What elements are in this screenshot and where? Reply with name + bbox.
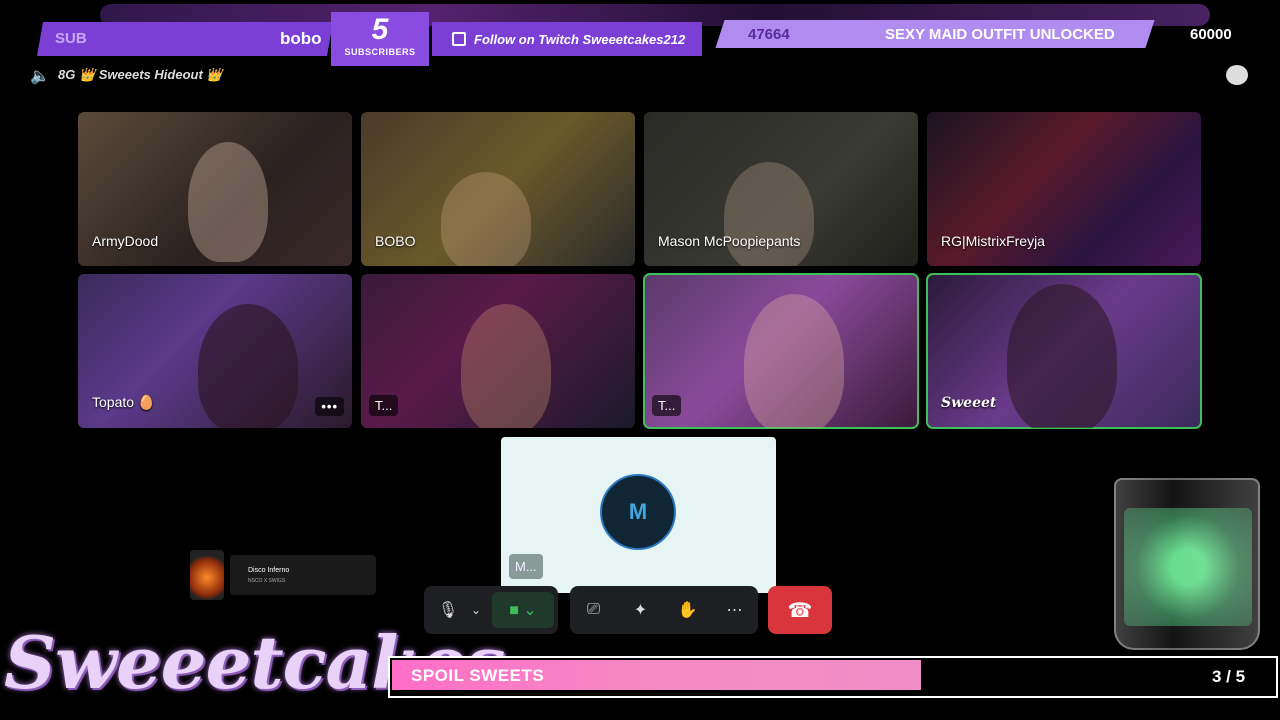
video-tile-armydood[interactable]: ArmyDood xyxy=(78,112,352,266)
participant-name: BOBO xyxy=(375,233,416,249)
phone-hangup-icon: ☎ xyxy=(787,599,813,622)
goal-target: 60000 xyxy=(1190,26,1232,43)
sub-label: SUB xyxy=(55,30,87,47)
video-tile-t1[interactable]: T... xyxy=(361,274,635,428)
chat-icon[interactable] xyxy=(1226,65,1248,85)
subscriber-label: SUBSCRIBERS xyxy=(344,47,416,57)
participant-video xyxy=(441,172,531,266)
subscriber-count: 5 xyxy=(371,13,389,46)
call-actions: ⎚ ✦ ✋ ⋯ xyxy=(570,586,758,634)
participant-video xyxy=(724,162,814,266)
participant-video xyxy=(461,304,551,428)
participant-name: Topato 🥚 xyxy=(92,394,156,410)
participant-video xyxy=(1007,284,1117,428)
participant-name: M... xyxy=(509,554,543,579)
more-icon[interactable]: ⋯ xyxy=(717,592,753,628)
video-tile-t2[interactable]: T... xyxy=(643,273,919,429)
soundboard-icon[interactable]: ✋ xyxy=(670,592,706,628)
video-tile-bobo[interactable]: BOBO xyxy=(361,112,635,266)
tip-jar xyxy=(1114,478,1260,650)
twitch-icon xyxy=(452,32,466,46)
goal-title: SEXY MAID OUTFIT UNLOCKED xyxy=(885,26,1115,43)
track-title: Disco Inferno xyxy=(248,567,290,574)
now-playing-card xyxy=(230,555,376,595)
end-call-button[interactable]: ☎ xyxy=(768,586,832,634)
screen-share-icon[interactable]: ⎚ xyxy=(576,592,612,628)
follow-text: Follow on Twitch Sweeetcakes212 xyxy=(474,31,686,47)
track-artist: NSCO X SWIGS xyxy=(248,578,286,584)
album-art xyxy=(190,550,224,600)
placeholder-avatar: M xyxy=(600,474,676,550)
latest-sub-name: bobo xyxy=(280,29,322,48)
more-options-button[interactable]: ••• xyxy=(315,397,344,416)
video-tile-sweeet[interactable]: Sweeet xyxy=(926,273,1202,429)
subscriber-counter: 5 SUBSCRIBERS xyxy=(331,12,429,66)
participant-name: Sweeet xyxy=(941,395,997,411)
follow-banner: Follow on Twitch Sweeetcakes212 xyxy=(432,22,702,56)
activities-icon[interactable]: ✦ xyxy=(623,592,659,628)
video-tile-mason[interactable]: Mason McPoopiepants xyxy=(644,112,918,266)
spoil-goal-progress: 3 / 5 xyxy=(1212,667,1246,686)
participant-name: T... xyxy=(652,395,682,416)
participant-name: Mason McPoopiepants xyxy=(658,233,801,249)
video-tile-topato[interactable]: Topato 🥚 ••• xyxy=(78,274,352,428)
participant-name: RG|MistrixFreyja xyxy=(941,233,1045,249)
participant-video xyxy=(188,142,268,262)
voice-channel-icon[interactable]: 🔈 xyxy=(30,66,50,86)
goal-current: 47664 xyxy=(748,26,790,43)
spoil-goal-title: SPOIL SWEETS xyxy=(411,666,545,685)
participant-name: T... xyxy=(369,395,399,416)
channel-name: 8G 👑 Sweeets Hideout 👑 xyxy=(58,67,223,82)
participant-name: ArmyDood xyxy=(92,233,159,249)
participant-video xyxy=(744,294,844,428)
participant-video xyxy=(198,304,298,428)
video-tile-mistrixfreyja[interactable]: RG|MistrixFreyja xyxy=(927,112,1201,266)
